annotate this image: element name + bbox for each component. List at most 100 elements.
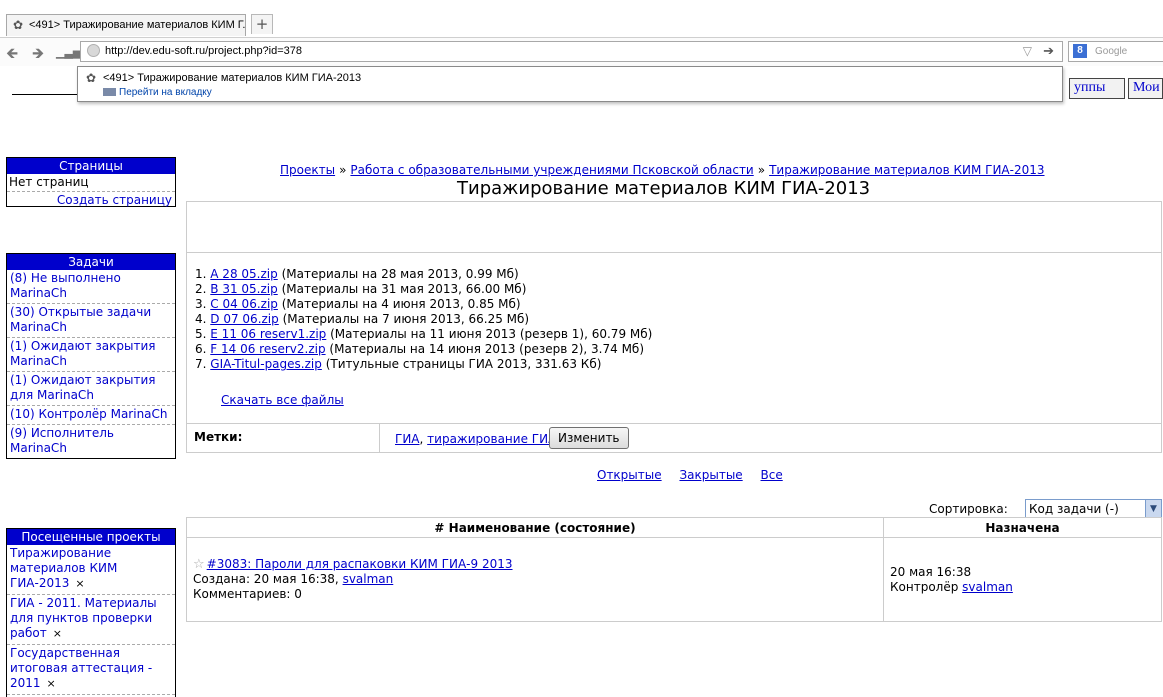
visited-projects-box: Посещенные проекты Тиражирование материа… (6, 528, 176, 697)
breadcrumb-work[interactable]: Работа с образовательными учреждениями П… (350, 163, 753, 177)
file-link[interactable]: A 28 05.zip (210, 267, 277, 281)
search-box[interactable]: 8 Google (1068, 41, 1163, 62)
file-link[interactable]: GIA-Titul-pages.zip (210, 357, 322, 371)
file-number: 3. (195, 297, 207, 311)
file-item: 2. B 31 05.zip (Материалы на 31 мая 2013… (195, 282, 652, 297)
breadcrumb-separator: » (339, 163, 347, 177)
url-suggestion-dropdown[interactable]: ✿ <491> Тиражирование материалов КИМ ГИА… (77, 66, 1063, 102)
file-item: 6. F 14 06 reserv2.zip (Материалы на 14 … (195, 342, 652, 357)
file-number: 4. (195, 312, 207, 326)
visited-project-item[interactable]: Тиражирование материалов КИМ ГИА-2013 × (7, 545, 175, 595)
gear-icon: ✿ (86, 71, 97, 85)
task-link-awaiting-close[interactable]: (1) Ожидают закрытия MarinaCh (7, 338, 175, 372)
sort-select[interactable]: Код задачи (-) ▼ (1025, 499, 1162, 519)
file-desc: (Материалы на 28 мая 2013, 0.99 Мб) (281, 267, 519, 281)
file-number: 1. (195, 267, 207, 281)
task-link-not-done[interactable]: (8) Не выполнено MarinaCh (7, 270, 175, 304)
visited-project-item[interactable]: ГИА - 2011. Материалы для пунктов провер… (7, 595, 175, 645)
visited-project-link[interactable]: Тиражирование материалов КИМ ГИА-2013 (10, 546, 117, 590)
star-icon[interactable]: ☆ (193, 557, 205, 572)
file-desc: (Материалы на 14 июня 2013 (резерв 2), 3… (329, 342, 645, 356)
new-tab-button[interactable]: + (251, 14, 273, 34)
url-bar[interactable]: http://dev.edu-soft.ru/project.php?id=37… (80, 41, 1063, 62)
file-number: 2. (195, 282, 207, 296)
download-all-link[interactable]: Скачать все файлы (221, 393, 344, 407)
site-identity-icon[interactable] (87, 44, 100, 57)
tags-divider (379, 424, 380, 453)
task-link-open[interactable]: (30) Открытые задачи MarinaCh (7, 304, 175, 338)
groups-button[interactable]: уппы (1069, 78, 1125, 99)
suggestion-title[interactable]: <491> Тиражирование материалов КИМ ГИА-2… (103, 72, 361, 84)
breadcrumb-separator: » (757, 163, 766, 177)
file-number: 5. (195, 327, 207, 341)
bookmark-star-icon[interactable]: ▽ (1023, 44, 1032, 58)
description-area (187, 202, 1161, 253)
pages-separator (7, 191, 175, 192)
task-link-awaiting-close-for[interactable]: (1) Ожидают закрытия для MarinaCh (7, 372, 175, 406)
visited-project-item[interactable]: Государственная итоговая аттестация - 20… (7, 645, 175, 695)
tags-label: Метки: (194, 430, 243, 444)
tag-separator: , (419, 432, 424, 446)
edit-tags-button[interactable]: Изменить (549, 427, 629, 449)
file-item: 1. A 28 05.zip (Материалы на 28 мая 2013… (195, 267, 652, 282)
task-link-executor[interactable]: (9) Исполнитель MarinaCh (7, 425, 175, 458)
visited-project-link[interactable]: Государственная итоговая аттестация - 20… (10, 646, 152, 690)
assigned-date: 20 мая 16:38 (890, 564, 972, 579)
table-row: ☆ #3083: Пароли для распаковки КИМ ГИА-9 … (186, 537, 1162, 622)
search-engine-icon[interactable]: 8 (1073, 44, 1087, 58)
create-page-link[interactable]: Создать страницу (57, 193, 172, 207)
go-arrow-icon[interactable]: ➔ (1043, 43, 1054, 59)
file-link[interactable]: C 04 06.zip (210, 297, 278, 311)
task-link-controller[interactable]: (10) Контролёр MarinaCh (7, 406, 175, 425)
file-link[interactable]: F 14 06 reserv2.zip (210, 342, 325, 356)
file-item: 5. E 11 06 reserv1.zip (Материалы на 11 … (195, 327, 652, 342)
filter-all[interactable]: Все (761, 468, 783, 482)
back-icon[interactable]: 🡸 (6, 43, 18, 68)
remove-icon[interactable]: × (53, 627, 62, 640)
task-table: # Наименование (состояние) Назначена ☆ #3… (186, 517, 1162, 622)
file-number: 6. (195, 342, 207, 356)
file-item: 7. GIA-Titul-pages.zip (Титульные страни… (195, 357, 652, 372)
file-desc: (Материалы на 7 июня 2013, 66.25 Мб) (282, 312, 530, 326)
file-desc: (Титульные страницы ГИА 2013, 331.63 Кб) (325, 357, 602, 371)
breadcrumb: Проекты» Работа с образовательными учрежд… (280, 163, 1045, 177)
pages-box: Страницы Нет страниц Создать страницу (6, 157, 176, 207)
task-link[interactable]: #3083: Пароли для распаковки КИМ ГИА-9 2… (207, 557, 513, 571)
tag-link[interactable]: ГИА (395, 432, 420, 446)
task-author-link[interactable]: svalman (343, 572, 394, 586)
remove-icon[interactable]: × (75, 577, 84, 590)
file-link[interactable]: D 07 06.zip (210, 312, 278, 326)
pages-header: Страницы (7, 158, 175, 174)
switch-to-tab[interactable]: Перейти на вкладку (103, 87, 212, 98)
sort-value: Код задачи (-) (1029, 502, 1119, 516)
file-link[interactable]: E 11 06 reserv1.zip (210, 327, 326, 341)
remove-icon[interactable]: × (47, 677, 56, 690)
gear-icon: ✿ (13, 18, 24, 32)
tasks-header: Задачи (7, 254, 175, 270)
project-panel: 1. A 28 05.zip (Материалы на 28 мая 2013… (186, 201, 1162, 453)
file-item: 3. C 04 06.zip (Материалы на 4 июня 2013… (195, 297, 652, 312)
my-button[interactable]: Мои (1128, 78, 1163, 99)
breadcrumb-projects[interactable]: Проекты (280, 163, 335, 177)
task-cell: ☆ #3083: Пароли для распаковки КИМ ГИА-9 … (186, 537, 884, 622)
filter-closed[interactable]: Закрытые (679, 468, 742, 482)
column-header-assigned[interactable]: Назначена (883, 517, 1162, 538)
divider (12, 94, 77, 95)
file-desc: (Материалы на 4 июня 2013, 0.85 Мб) (281, 297, 521, 311)
browser-tab[interactable]: ✿ <491> Тиражирование материалов КИМ Г..… (6, 14, 246, 36)
file-number: 7. (195, 357, 207, 371)
assigned-role: Контролёр (890, 579, 959, 594)
url-text: http://dev.edu-soft.ru/project.php?id=37… (105, 45, 303, 57)
tag-link[interactable]: тиражирование ГИА (427, 432, 556, 446)
chevron-down-icon[interactable]: ▼ (1145, 500, 1161, 518)
page-title: Тиражирование материалов КИМ ГИА-2013 (457, 178, 871, 199)
tab-title: <491> Тиражирование материалов КИМ Г... (29, 19, 246, 31)
file-link[interactable]: B 31 05.zip (210, 282, 277, 296)
sort-label: Сортировка: (929, 502, 1008, 516)
breadcrumb-current[interactable]: Тиражирование материалов КИМ ГИА-2013 (769, 163, 1044, 177)
visited-project-link[interactable]: ГИА - 2011. Материалы для пунктов провер… (10, 596, 157, 640)
filter-open[interactable]: Открытые (597, 468, 662, 482)
forward-icon[interactable]: 🡺 (32, 43, 44, 68)
column-header-name[interactable]: # Наименование (состояние) (186, 517, 884, 538)
assigned-user-link[interactable]: svalman (962, 580, 1013, 594)
